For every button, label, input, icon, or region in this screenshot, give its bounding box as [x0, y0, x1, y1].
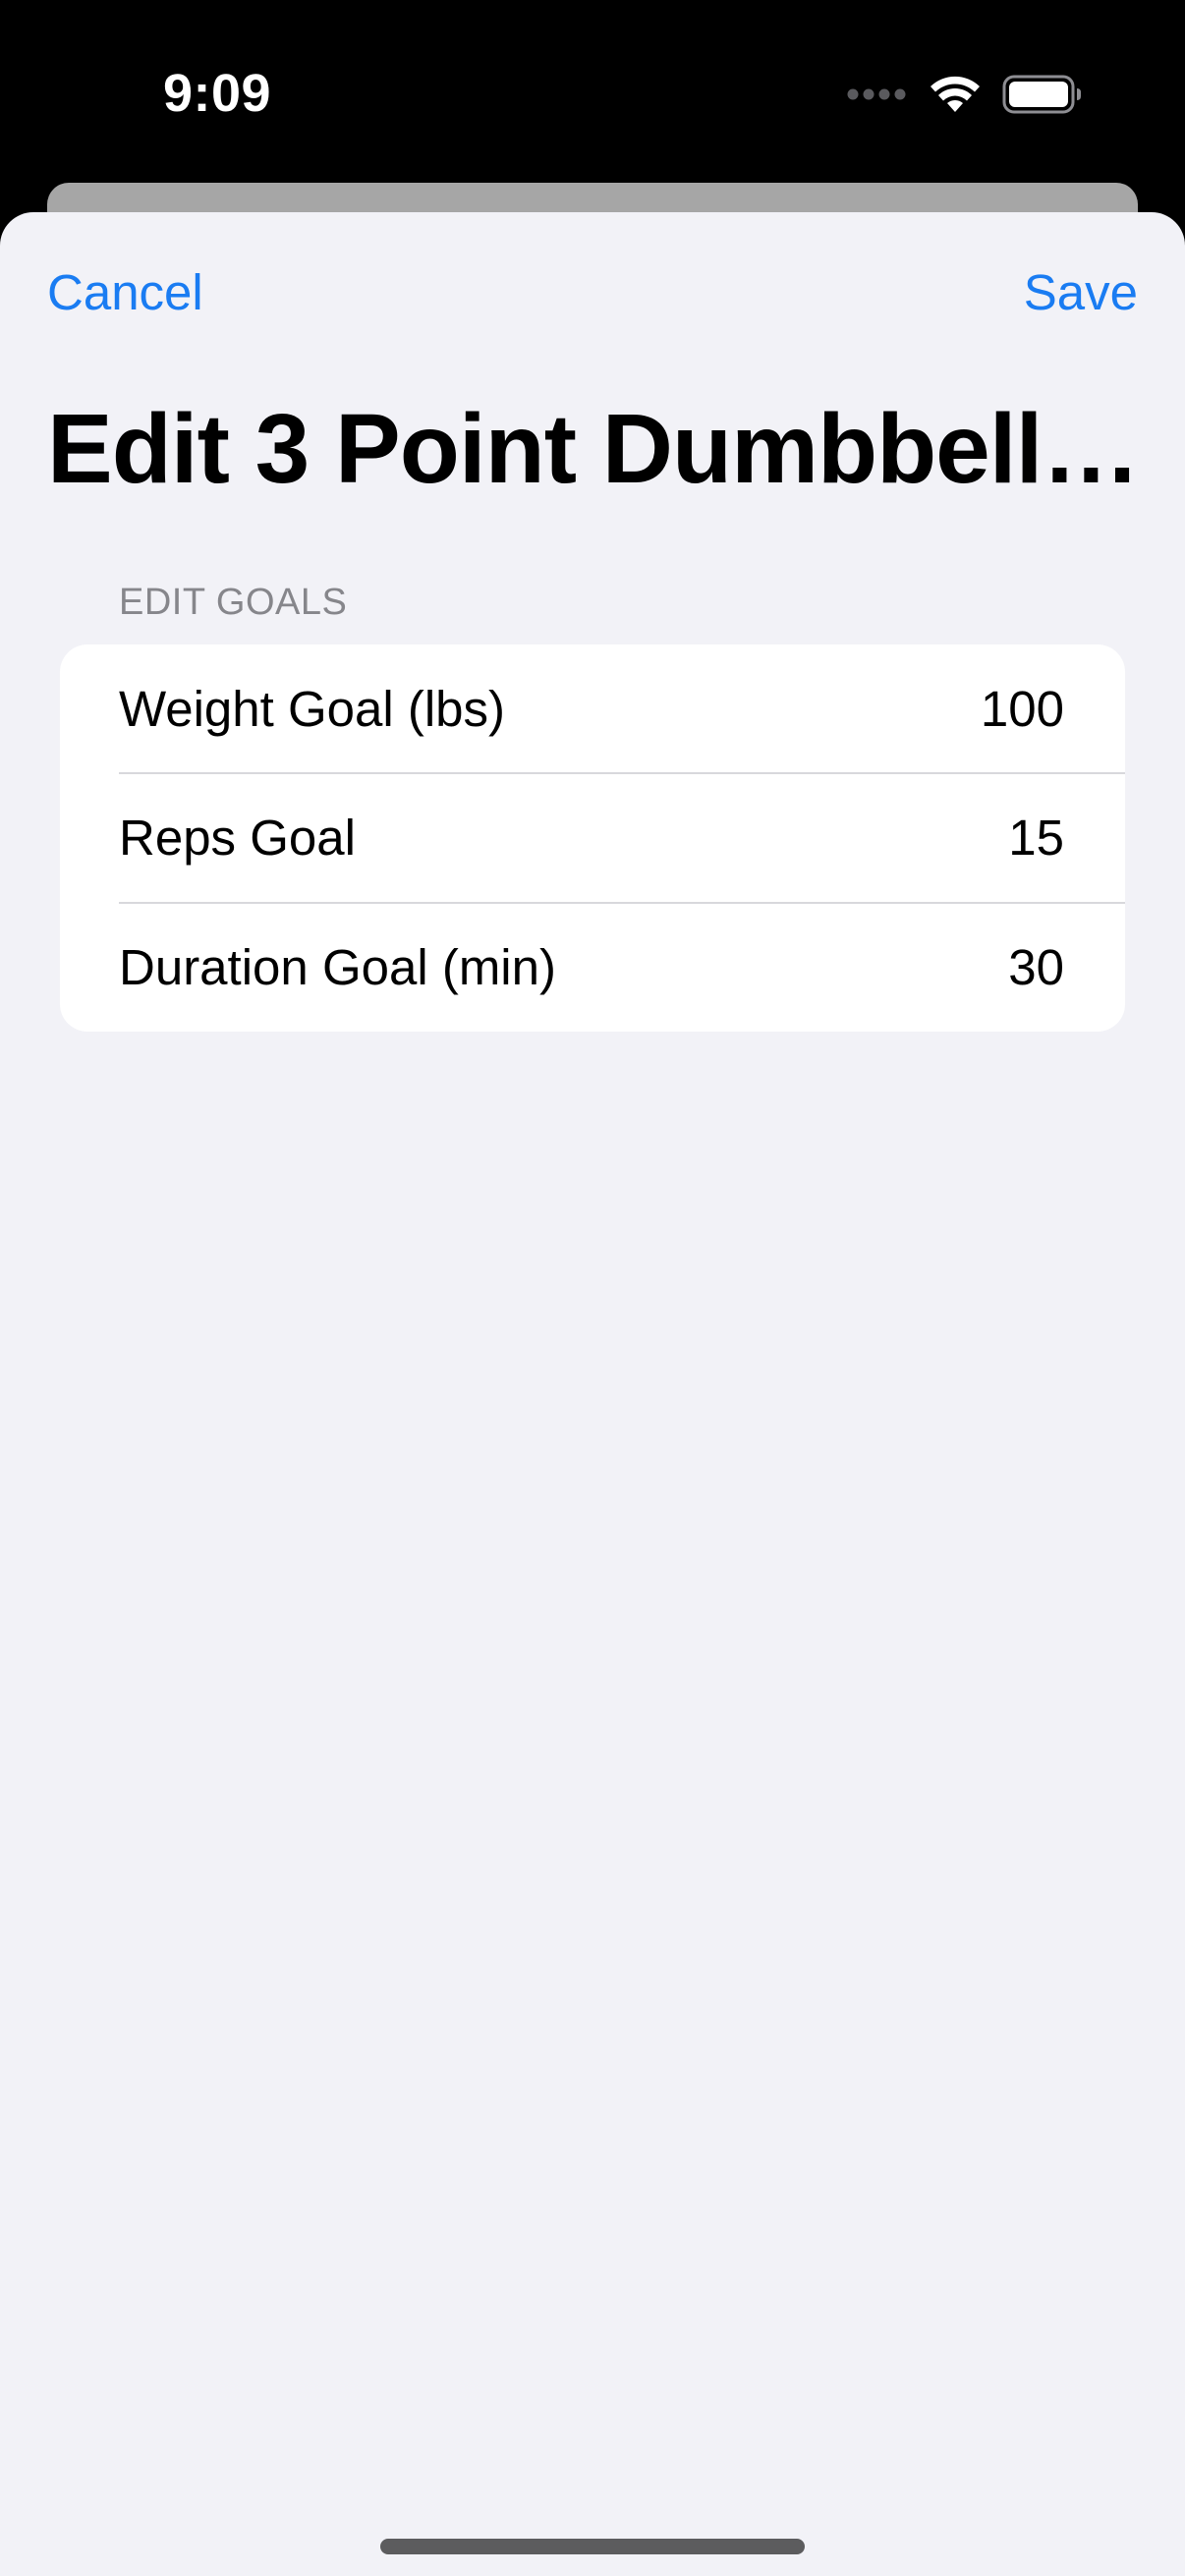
section-header: EDIT GOALS — [119, 582, 348, 623]
save-button[interactable]: Save — [1024, 267, 1138, 317]
goals-list: Weight Goal (lbs) 100 Reps Goal 15 Durat… — [60, 644, 1125, 1032]
row-label: Duration Goal (min) — [119, 939, 556, 995]
battery-icon — [1002, 75, 1083, 119]
status-icons — [847, 75, 1083, 119]
row-label: Reps Goal — [119, 810, 356, 866]
page-title: Edit 3 Point Dumbbell… — [47, 395, 1138, 503]
reps-goal-row[interactable]: Reps Goal 15 — [60, 773, 1125, 902]
status-time: 9:09 — [163, 64, 272, 123]
edit-goals-sheet: Cancel Save Edit 3 Point Dumbbell… EDIT … — [0, 212, 1185, 2576]
cancel-button[interactable]: Cancel — [47, 267, 203, 317]
wifi-icon — [930, 75, 981, 119]
weight-goal-row[interactable]: Weight Goal (lbs) 100 — [60, 644, 1125, 773]
reps-goal-value[interactable]: 15 — [1008, 809, 1064, 867]
duration-goal-row[interactable]: Duration Goal (min) 30 — [60, 903, 1125, 1032]
home-indicator[interactable] — [380, 2539, 805, 2554]
row-label: Weight Goal (lbs) — [119, 681, 506, 737]
signal-dots-icon — [847, 87, 908, 106]
status-bar: 9:09 — [0, 0, 1185, 187]
weight-goal-value[interactable]: 100 — [981, 680, 1064, 738]
duration-goal-value[interactable]: 30 — [1008, 938, 1064, 996]
